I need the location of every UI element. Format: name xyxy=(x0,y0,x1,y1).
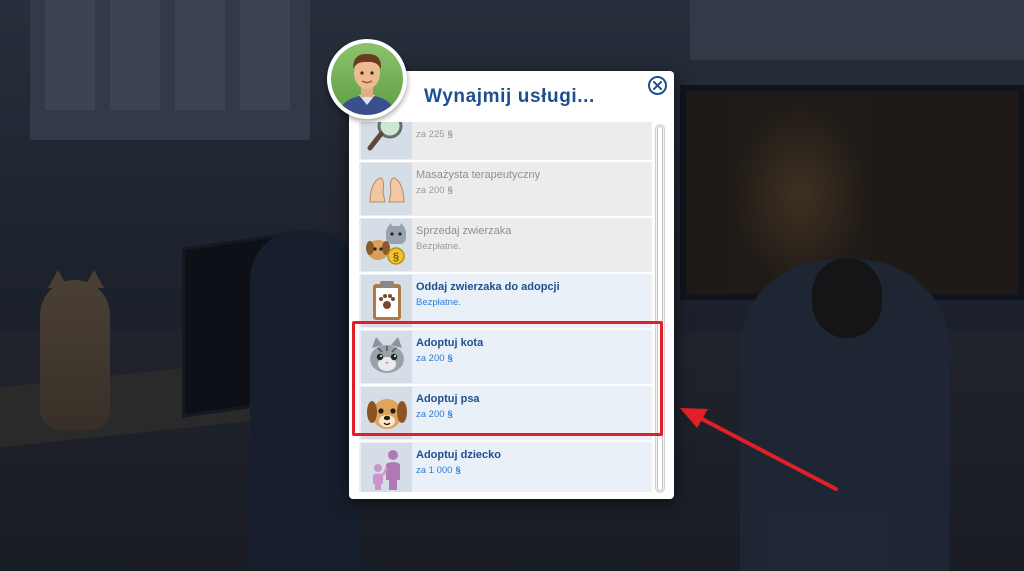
list-scrollbar[interactable] xyxy=(655,124,665,493)
service-row-massage-therapist[interactable]: Masażysta terapeutyczny za 200 § xyxy=(359,162,652,218)
service-row-adopt-child[interactable]: Adoptuj dziecko za 1 000 § xyxy=(359,442,652,492)
magnifier-icon xyxy=(361,122,412,159)
services-list[interactable]: za 225 § Masażysta terapeutyczny za 200 § xyxy=(359,122,652,492)
feet-massage-icon xyxy=(361,163,412,215)
hire-services-dialog: Wynajmij usługi... za 225 § Masażysta te… xyxy=(349,71,674,499)
sim-portrait xyxy=(331,43,403,115)
close-icon xyxy=(653,81,662,90)
service-row-sell-pet[interactable]: § Sprzedaj zwierzaka Bezpłatne. xyxy=(359,218,652,274)
family-icon xyxy=(361,443,412,492)
dialog-title: Wynajmij usługi... xyxy=(424,86,595,107)
service-row-adopt-dog[interactable]: Adoptuj psa za 200 § xyxy=(359,386,652,442)
service-row-private-investigator[interactable]: za 225 § xyxy=(359,122,652,162)
sell-pet-icon: § xyxy=(361,219,412,271)
service-row-give-pet-for-adoption[interactable]: Oddaj zwierzaka do adopcji Bezpłatne. xyxy=(359,274,652,330)
dog-face-icon xyxy=(361,387,412,439)
clipboard-paw-icon xyxy=(361,275,412,327)
svg-text:§: § xyxy=(392,251,398,263)
sim-avatar xyxy=(327,39,407,119)
close-button[interactable] xyxy=(648,76,667,95)
scrollbar-thumb[interactable] xyxy=(657,126,663,491)
cat-face-icon xyxy=(361,331,412,383)
service-row-adopt-cat[interactable]: Adoptuj kota za 200 § xyxy=(359,330,652,386)
